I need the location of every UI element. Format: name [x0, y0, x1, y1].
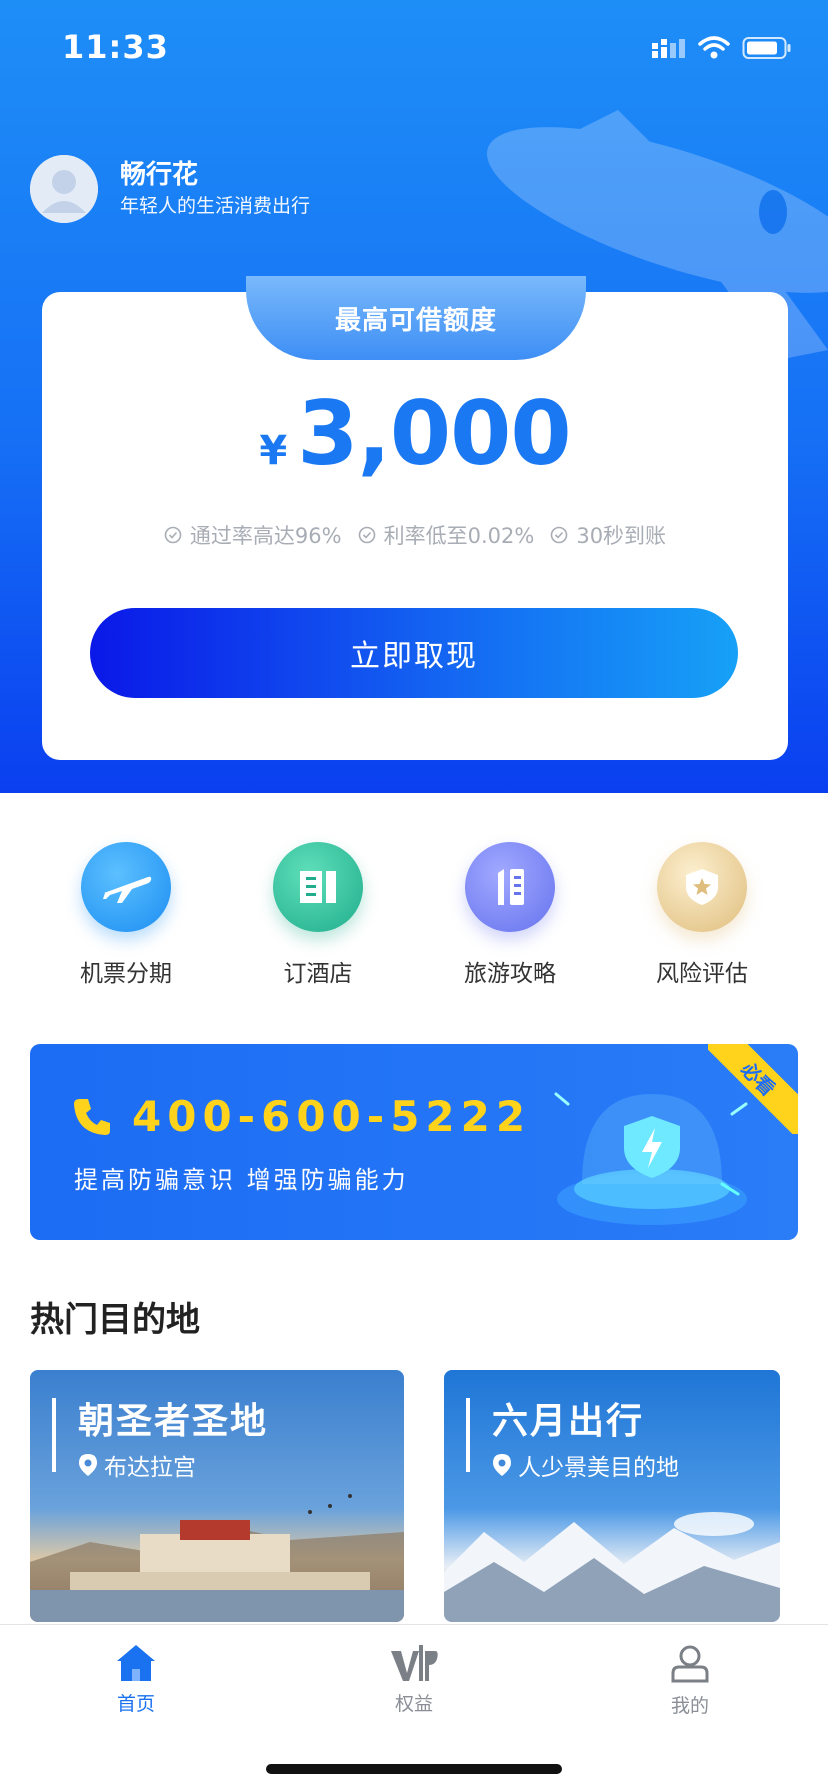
- destination-subtitle: 布达拉宫: [104, 1455, 196, 1481]
- guide-icon: [465, 842, 555, 932]
- withdraw-button[interactable]: 立即取现: [90, 608, 738, 698]
- menu-item-label: 机票分期: [80, 961, 172, 987]
- destination-card-june-travel[interactable]: 六月出行 人少景美目的地: [444, 1370, 780, 1622]
- hotline-number[interactable]: 400-600-5222: [132, 1092, 531, 1141]
- menu-item-flight-installment[interactable]: 机票分期: [30, 842, 222, 988]
- menu-item-label: 订酒店: [283, 961, 353, 987]
- user-avatar-icon: [30, 155, 98, 223]
- loan-card: 最高可借额度 ¥ 3,000 通过率高达96% 利率低至0.02% 30秒到账 …: [42, 276, 788, 760]
- feature-list: 通过率高达96% 利率低至0.02% 30秒到账: [42, 520, 788, 550]
- amount-value: 3,000: [297, 382, 571, 485]
- tab-mine[interactable]: 我的: [630, 1643, 750, 1718]
- feature-text: 30秒到账: [576, 524, 667, 548]
- currency-symbol: ¥: [259, 428, 288, 474]
- home-indicator[interactable]: [266, 1764, 562, 1774]
- feature-item: 30秒到账: [550, 520, 666, 550]
- profile-icon: [671, 1645, 709, 1683]
- feature-item: 通过率高达96%: [164, 520, 342, 550]
- feature-text: 通过率高达96%: [189, 524, 342, 548]
- tab-benefits[interactable]: 权益: [354, 1643, 474, 1716]
- feature-text: 利率低至0.02%: [383, 524, 535, 548]
- section-title-hot-destinations: 热门目的地: [30, 1300, 200, 1340]
- status-bar: 11:33: [0, 0, 828, 100]
- profile-tagline: 年轻人的生活消费出行: [120, 195, 311, 217]
- check-circle-icon: [164, 526, 182, 544]
- hero-section: 11:33 畅行花 年轻人的生活消费出行 最高可借额度 ¥ 3,000 通过率高…: [0, 0, 828, 793]
- tab-label: 我的: [670, 1695, 709, 1717]
- status-time: 11:33: [62, 28, 169, 66]
- destination-title: 六月出行: [492, 1401, 645, 1442]
- destination-subtitle: 人少景美目的地: [518, 1455, 679, 1481]
- destination-card-potala[interactable]: 朝圣者圣地 布达拉宫: [30, 1370, 404, 1622]
- phone-icon: [74, 1098, 110, 1135]
- tab-label: 权益: [394, 1693, 433, 1715]
- card-tab-label: 最高可借额度: [334, 305, 497, 336]
- status-icons: [650, 36, 792, 60]
- profile-header[interactable]: 畅行花 年轻人的生活消费出行: [30, 155, 310, 223]
- check-circle-icon: [551, 526, 568, 544]
- battery-icon: [742, 37, 791, 59]
- hotel-icon: [273, 842, 363, 932]
- home-icon: [117, 1645, 155, 1681]
- anti-fraud-banner[interactable]: 400-600-5222 提高防骗意识 增强防骗能力 必看: [30, 1044, 798, 1240]
- must-see-ribbon: 必看: [708, 1044, 798, 1134]
- vip-icon: [391, 1645, 438, 1681]
- snow-mountain-image: [444, 1512, 780, 1622]
- destination-title: 朝圣者圣地: [78, 1401, 269, 1442]
- tab-home[interactable]: 首页: [76, 1643, 196, 1716]
- menu-item-hotel[interactable]: 订酒店: [222, 842, 414, 988]
- profile-name: 畅行花: [120, 160, 199, 190]
- banner-slogan: 提高防骗意识 增强防骗能力: [74, 1166, 409, 1194]
- ribbon-label: 必看: [708, 1044, 798, 1134]
- menu-item-risk-assessment[interactable]: 风险评估: [606, 842, 798, 988]
- potala-palace-image: [30, 1494, 404, 1622]
- avatar[interactable]: [30, 155, 98, 223]
- feature-item: 利率低至0.02%: [358, 520, 535, 550]
- location-pin-icon: [493, 1454, 511, 1476]
- airplane-icon: [81, 842, 171, 932]
- menu-item-label: 旅游攻略: [464, 961, 556, 987]
- menu-item-label: 风险评估: [656, 961, 748, 987]
- menu-item-travel-guide[interactable]: 旅游攻略: [414, 842, 606, 988]
- tab-label: 首页: [116, 1693, 155, 1715]
- title-accent-bar: [52, 1398, 56, 1472]
- shield-star-icon: [657, 842, 747, 932]
- check-circle-icon: [358, 526, 375, 544]
- credit-amount: ¥ 3,000: [42, 382, 788, 485]
- signal-icon: [652, 39, 685, 58]
- wifi-icon: [698, 36, 730, 59]
- quick-menu: 机票分期 订酒店 旅游攻略 风险评估: [0, 842, 828, 988]
- card-tab: 最高可借额度: [246, 276, 586, 360]
- title-accent-bar: [466, 1398, 470, 1472]
- location-pin-icon: [79, 1454, 97, 1476]
